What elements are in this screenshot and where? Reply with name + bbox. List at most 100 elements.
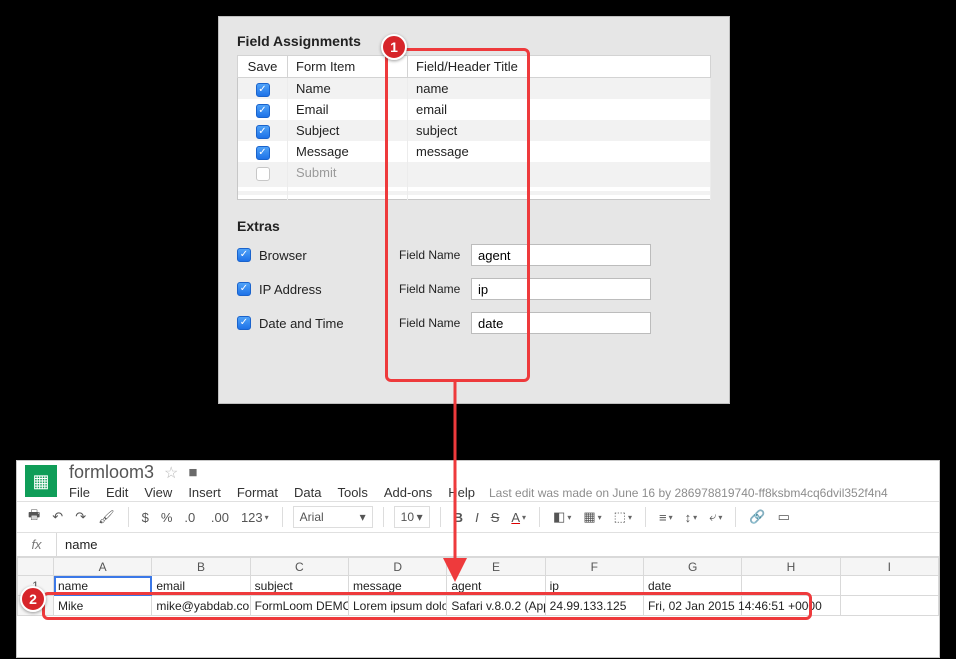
column-header[interactable]: A [54,558,152,576]
menu-item[interactable]: Format [237,485,278,500]
column-header[interactable]: H [742,558,840,576]
column-header[interactable]: G [643,558,741,576]
extras-title: Extras [237,218,711,234]
checkbox-icon[interactable]: ✓ [237,282,251,296]
font-size-select[interactable]: 10▾ [394,506,430,528]
menu-item[interactable]: Add-ons [384,485,432,500]
folder-icon[interactable]: ■ [188,464,197,481]
decrease-decimal[interactable]: .0 [181,508,201,527]
callout-badge-2: 2 [20,586,46,612]
strike-icon[interactable]: S [488,508,503,527]
checkbox-icon[interactable]: ✓ [256,167,270,181]
form-item-cell: Name [288,78,408,100]
font-select[interactable]: Arial▾ [293,506,373,528]
grid-row[interactable]: 1nameemailsubjectmessageagentipdate [18,576,939,596]
grid-cell[interactable] [840,576,938,596]
grid-cell[interactable]: ip [545,576,643,596]
table-row[interactable]: ✓Namename [238,78,711,100]
h-align-icon[interactable]: ≡▾ [656,508,676,527]
grid-cell[interactable]: Safari v.8.0.2 (App [447,596,545,616]
checkbox-icon[interactable]: ✓ [256,146,270,160]
menu-item[interactable]: View [144,485,172,500]
field-name-input[interactable] [471,244,651,266]
grid-cell[interactable]: agent [447,576,545,596]
grid-cell[interactable]: FormLoom DEMO [250,596,348,616]
print-icon[interactable]: 🖶 [25,504,43,530]
checkbox-icon[interactable]: ✓ [256,104,270,118]
table-row[interactable]: ✓Emailemail [238,99,711,120]
grid-cell[interactable] [742,576,840,596]
grid-cell[interactable]: mike@yabdab.co [152,596,250,616]
extra-row: ✓Date and TimeField Name [237,312,711,334]
column-header[interactable]: I [840,558,938,576]
menu-item[interactable]: Help [448,485,475,500]
checkbox-icon[interactable]: ✓ [237,316,251,330]
checkbox-icon[interactable]: ✓ [237,248,251,262]
grid-cell[interactable] [840,596,938,616]
spreadsheet-window: ▦ formloom3 ☆ ■ FileEditViewInsertFormat… [16,460,940,658]
format-currency[interactable]: $ [139,508,152,527]
formula-value[interactable]: name [57,537,106,552]
menu-item[interactable]: Tools [337,485,367,500]
form-item-cell: Subject [288,120,408,141]
grid-cell[interactable]: Mike [54,596,152,616]
comment-icon[interactable]: ▭ [775,507,793,527]
menu-item[interactable]: File [69,485,90,500]
table-row[interactable]: ✓ Subjectsubject [238,120,711,141]
grid-cell[interactable]: 24.99.133.125 [545,596,643,616]
panel-title: Field Assignments [237,33,711,49]
toolbar: 🖶 ↶ ↷ 🖌 $ % .0 .00 123▾ Arial▾ 10▾ B I S… [17,501,939,533]
italic-icon[interactable]: I [472,508,482,527]
merge-icon[interactable]: ⬚▾ [611,507,635,527]
field-title-cell: message [408,141,711,162]
column-header[interactable]: C [250,558,348,576]
column-header[interactable]: E [447,558,545,576]
column-header[interactable]: B [152,558,250,576]
field-name-input[interactable] [471,278,651,300]
more-formats[interactable]: 123▾ [238,508,272,527]
grid-cell[interactable]: Fri, 02 Jan 2015 14:46:51 +0000 [643,596,741,616]
field-name-input[interactable] [471,312,651,334]
undo-icon[interactable]: ↶ [49,507,66,527]
column-header[interactable]: D [348,558,446,576]
field-name-label: Field Name [399,282,471,296]
v-align-icon[interactable]: ↕▾ [682,508,701,527]
doc-title[interactable]: formloom3 [69,462,154,483]
text-color-icon[interactable]: A▾ [508,508,529,527]
field-name-label: Field Name [399,316,471,330]
fill-color-icon[interactable]: ◧▾ [550,507,574,527]
extra-label: IP Address [259,282,399,297]
grid-cell[interactable]: Lorem ipsum dolo [348,596,446,616]
link-icon[interactable]: 🔗 [746,507,768,527]
extra-label: Browser [259,248,399,263]
grid-cell[interactable]: date [643,576,741,596]
field-title-cell [408,162,711,183]
star-icon[interactable]: ☆ [164,463,178,483]
last-edit-text: Last edit was made on June 16 by 2869788… [489,486,888,500]
bold-icon[interactable]: B [451,508,466,527]
table-row[interactable]: ✓ Messagemessage [238,141,711,162]
grid[interactable]: ABCDEFGHI 1nameemailsubjectmessageagenti… [17,557,939,616]
menu-item[interactable]: Data [294,485,321,500]
menu-item[interactable]: Edit [106,485,128,500]
form-item-cell: Message [288,141,408,162]
wrap-icon[interactable]: ⤶▾ [706,507,725,527]
grid-cell[interactable]: message [348,576,446,596]
redo-icon[interactable]: ↷ [72,507,89,527]
paint-format-icon[interactable]: 🖌 [95,507,118,527]
menu-item[interactable]: Insert [188,485,221,500]
field-title-cell: subject [408,120,711,141]
grid-cell[interactable]: subject [250,576,348,596]
checkbox-icon[interactable]: ✓ [256,125,270,139]
extra-row: ✓ IP AddressField Name [237,278,711,300]
table-row[interactable]: ✓Submit [238,162,711,183]
grid-cell[interactable]: name [54,576,152,596]
format-percent[interactable]: % [158,508,176,527]
checkbox-icon[interactable]: ✓ [256,83,270,97]
borders-icon[interactable]: ▦▾ [580,507,604,527]
grid-cell[interactable]: email [152,576,250,596]
increase-decimal[interactable]: .00 [208,508,232,527]
column-header[interactable]: F [545,558,643,576]
sheets-header: ▦ formloom3 ☆ ■ FileEditViewInsertFormat… [17,461,939,501]
grid-row[interactable]: 2Mikemike@yabdab.coFormLoom DEMOLorem ip… [18,596,939,616]
